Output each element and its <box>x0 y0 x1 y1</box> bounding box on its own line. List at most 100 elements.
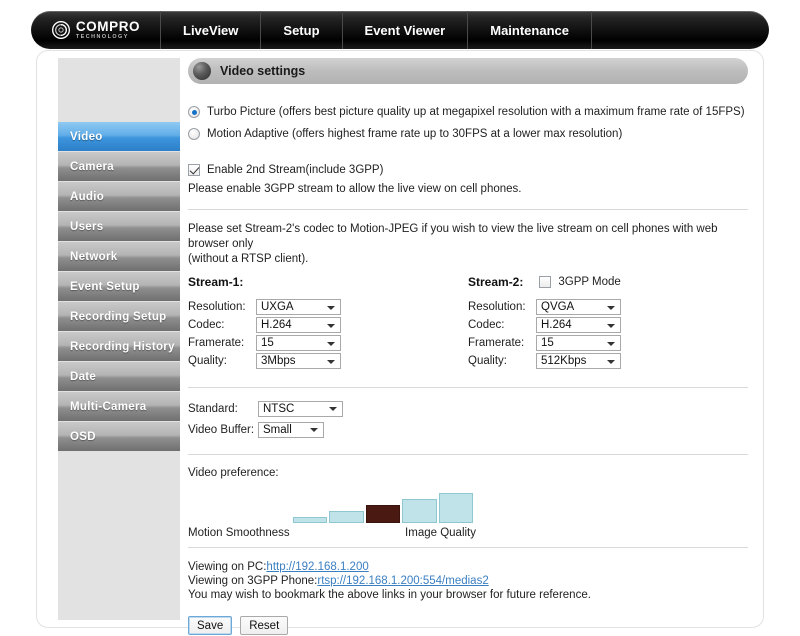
stream-2-header: Stream-2: 3GPP Mode <box>468 273 748 291</box>
stream-2-resolution-row: Resolution: QVGA <box>468 299 748 315</box>
preference-segment-1[interactable] <box>329 511 364 523</box>
stream-2-quality-select[interactable]: 512Kbps <box>536 353 621 369</box>
stream-2-codec-label: Codec: <box>468 319 505 331</box>
stream-2-column: Stream-2: 3GPP Mode Resolution: QVGA Cod… <box>468 273 748 371</box>
stream-1-resolution-select[interactable]: UXGA <box>256 299 341 315</box>
stream-1-resolution-label: Resolution: <box>188 301 246 313</box>
stream-2-codec-value: H.264 <box>541 319 572 331</box>
sidebar-item-users[interactable]: Users <box>58 212 180 242</box>
reset-button[interactable]: Reset <box>240 616 289 635</box>
viewing-on-3gpp-line: Viewing on 3GPP Phone:rtsp://192.168.1.2… <box>188 574 748 588</box>
top-navigation-bar: COMPRO TECHNOLOGY LiveView Setup Event V… <box>28 8 772 52</box>
chevron-down-icon <box>329 407 337 411</box>
stream-1-quality-label: Quality: <box>188 355 227 367</box>
sidebar-item-event-setup[interactable]: Event Setup <box>58 272 180 302</box>
stream-1-codec-row: Codec: H.264 <box>188 317 468 333</box>
stream-1-quality-row: Quality: 3Mbps <box>188 353 468 369</box>
standard-label: Standard: <box>188 402 238 415</box>
nav-item-setup[interactable]: Setup <box>261 11 343 49</box>
viewing-on-pc-link[interactable]: http://192.168.1.200 <box>266 561 368 573</box>
viewing-on-pc-line: Viewing on PC:http://192.168.1.200 <box>188 560 748 574</box>
stream-2-resolution-value: QVGA <box>541 301 575 313</box>
brand-name: COMPRO <box>75 18 141 34</box>
mode-option-motion-adaptive[interactable]: Motion Adaptive (offers highest frame ra… <box>188 128 748 140</box>
compro-swirl-logo-icon <box>51 20 71 40</box>
sidebar-item-recording-history[interactable]: Recording History <box>58 332 180 362</box>
stream-2-quality-row: Quality: 512Kbps <box>468 353 748 369</box>
preference-segment-2[interactable] <box>365 505 401 523</box>
content-area: Video settings Turbo Picture (offers bes… <box>188 58 748 635</box>
stream-1-framerate-value: 15 <box>261 337 274 349</box>
codec-note-line-2: (without a RTSP client). <box>188 253 309 265</box>
stream-1-codec-value: H.264 <box>261 319 292 331</box>
standard-value: NTSC <box>263 402 295 415</box>
stream-2-framerate-label: Framerate: <box>468 337 525 349</box>
checkbox-3gpp-mode[interactable] <box>539 276 552 288</box>
preference-segment-3[interactable] <box>402 499 437 523</box>
stream-2-resolution-select[interactable]: QVGA <box>536 299 621 315</box>
video-preference-slider[interactable] <box>293 493 474 523</box>
video-buffer-label: Video Buffer: <box>188 423 255 436</box>
enable-second-stream-label: Enable 2nd Stream(include 3GPP) <box>207 164 384 176</box>
stream-2-resolution-label: Resolution: <box>468 301 526 313</box>
preference-left-label: Motion Smoothness <box>188 527 290 539</box>
sphere-bullet-icon <box>193 62 211 80</box>
stream-1-quality-select[interactable]: 3Mbps <box>256 353 341 369</box>
nav-item-liveview[interactable]: LiveView <box>161 11 262 49</box>
preference-segment-0[interactable] <box>293 517 328 523</box>
stream-2-codec-select[interactable]: H.264 <box>536 317 621 333</box>
nav-filler <box>592 11 769 49</box>
three-gpp-mode-label: 3GPP Mode <box>558 276 621 288</box>
checkbox-enable-second-stream[interactable] <box>188 164 200 176</box>
stream-1-codec-select[interactable]: H.264 <box>256 317 341 333</box>
sidebar-item-recording-setup[interactable]: Recording Setup <box>58 302 180 332</box>
stream-1-codec-label: Codec: <box>188 319 225 331</box>
stream-1-resolution-value: UXGA <box>261 301 294 313</box>
preference-segment-4[interactable] <box>438 493 474 523</box>
brand-logo[interactable]: COMPRO TECHNOLOGY <box>31 11 161 49</box>
divider-4 <box>188 547 748 548</box>
brand-logo-text: COMPRO TECHNOLOGY <box>76 20 140 41</box>
video-preference-endpoints: Motion Smoothness Image Quality <box>188 527 588 539</box>
sidebar: Video Camera Audio Users Network Event S… <box>58 58 180 620</box>
video-buffer-select[interactable]: Small <box>258 421 324 438</box>
three-gpp-mode-row[interactable]: 3GPP Mode <box>539 276 621 288</box>
video-preference-widget: Motion Smoothness Image Quality <box>188 491 588 539</box>
radio-turbo-picture[interactable] <box>188 106 200 118</box>
stream-2-quality-value: 512Kbps <box>541 355 587 367</box>
chevron-down-icon <box>327 305 335 310</box>
chevron-down-icon <box>607 323 615 328</box>
stream-1-quality-value: 3Mbps <box>261 355 296 367</box>
divider-3 <box>188 454 748 455</box>
sidebar-item-osd[interactable]: OSD <box>58 422 180 452</box>
divider-2 <box>188 387 748 388</box>
video-buffer-row: Video Buffer: Small <box>188 421 748 438</box>
sidebar-item-network[interactable]: Network <box>58 242 180 272</box>
navigation-pill: COMPRO TECHNOLOGY LiveView Setup Event V… <box>31 11 769 49</box>
nav-item-maintenance[interactable]: Maintenance <box>468 11 592 49</box>
video-preference-label: Video preference: <box>188 467 279 479</box>
sidebar-item-date[interactable]: Date <box>58 362 180 392</box>
sidebar-item-multi-camera[interactable]: Multi-Camera <box>58 392 180 422</box>
stream-2-framerate-row: Framerate: 15 <box>468 335 748 351</box>
page-root: COMPRO TECHNOLOGY LiveView Setup Event V… <box>0 0 800 636</box>
page-title: Video settings <box>220 64 306 78</box>
sidebar-item-video[interactable]: Video <box>58 122 180 152</box>
sidebar-item-camera[interactable]: Camera <box>58 152 180 182</box>
stream-1-framerate-select[interactable]: 15 <box>256 335 341 351</box>
nav-item-event-viewer[interactable]: Event Viewer <box>343 11 469 49</box>
sidebar-item-audio[interactable]: Audio <box>58 182 180 212</box>
standard-row: Standard: NTSC <box>188 400 748 417</box>
save-button[interactable]: Save <box>188 616 233 635</box>
standard-select[interactable]: NTSC <box>258 400 343 417</box>
mode-option-motion-adaptive-label: Motion Adaptive (offers highest frame ra… <box>207 128 623 140</box>
form-actions: Save Reset <box>188 616 748 635</box>
stream-2-framerate-select[interactable]: 15 <box>536 335 621 351</box>
viewing-links: Viewing on PC:http://192.168.1.200 Viewi… <box>188 560 748 602</box>
enable-second-stream-row[interactable]: Enable 2nd Stream(include 3GPP) <box>188 164 748 176</box>
radio-motion-adaptive[interactable] <box>188 128 200 140</box>
mode-option-turbo-label: Turbo Picture (offers best picture quali… <box>207 106 745 118</box>
mode-option-turbo[interactable]: Turbo Picture (offers best picture quali… <box>188 106 748 118</box>
viewing-on-3gpp-link[interactable]: rtsp://192.168.1.200:554/medias2 <box>317 575 488 587</box>
bookmark-note: You may wish to bookmark the above links… <box>188 589 591 601</box>
